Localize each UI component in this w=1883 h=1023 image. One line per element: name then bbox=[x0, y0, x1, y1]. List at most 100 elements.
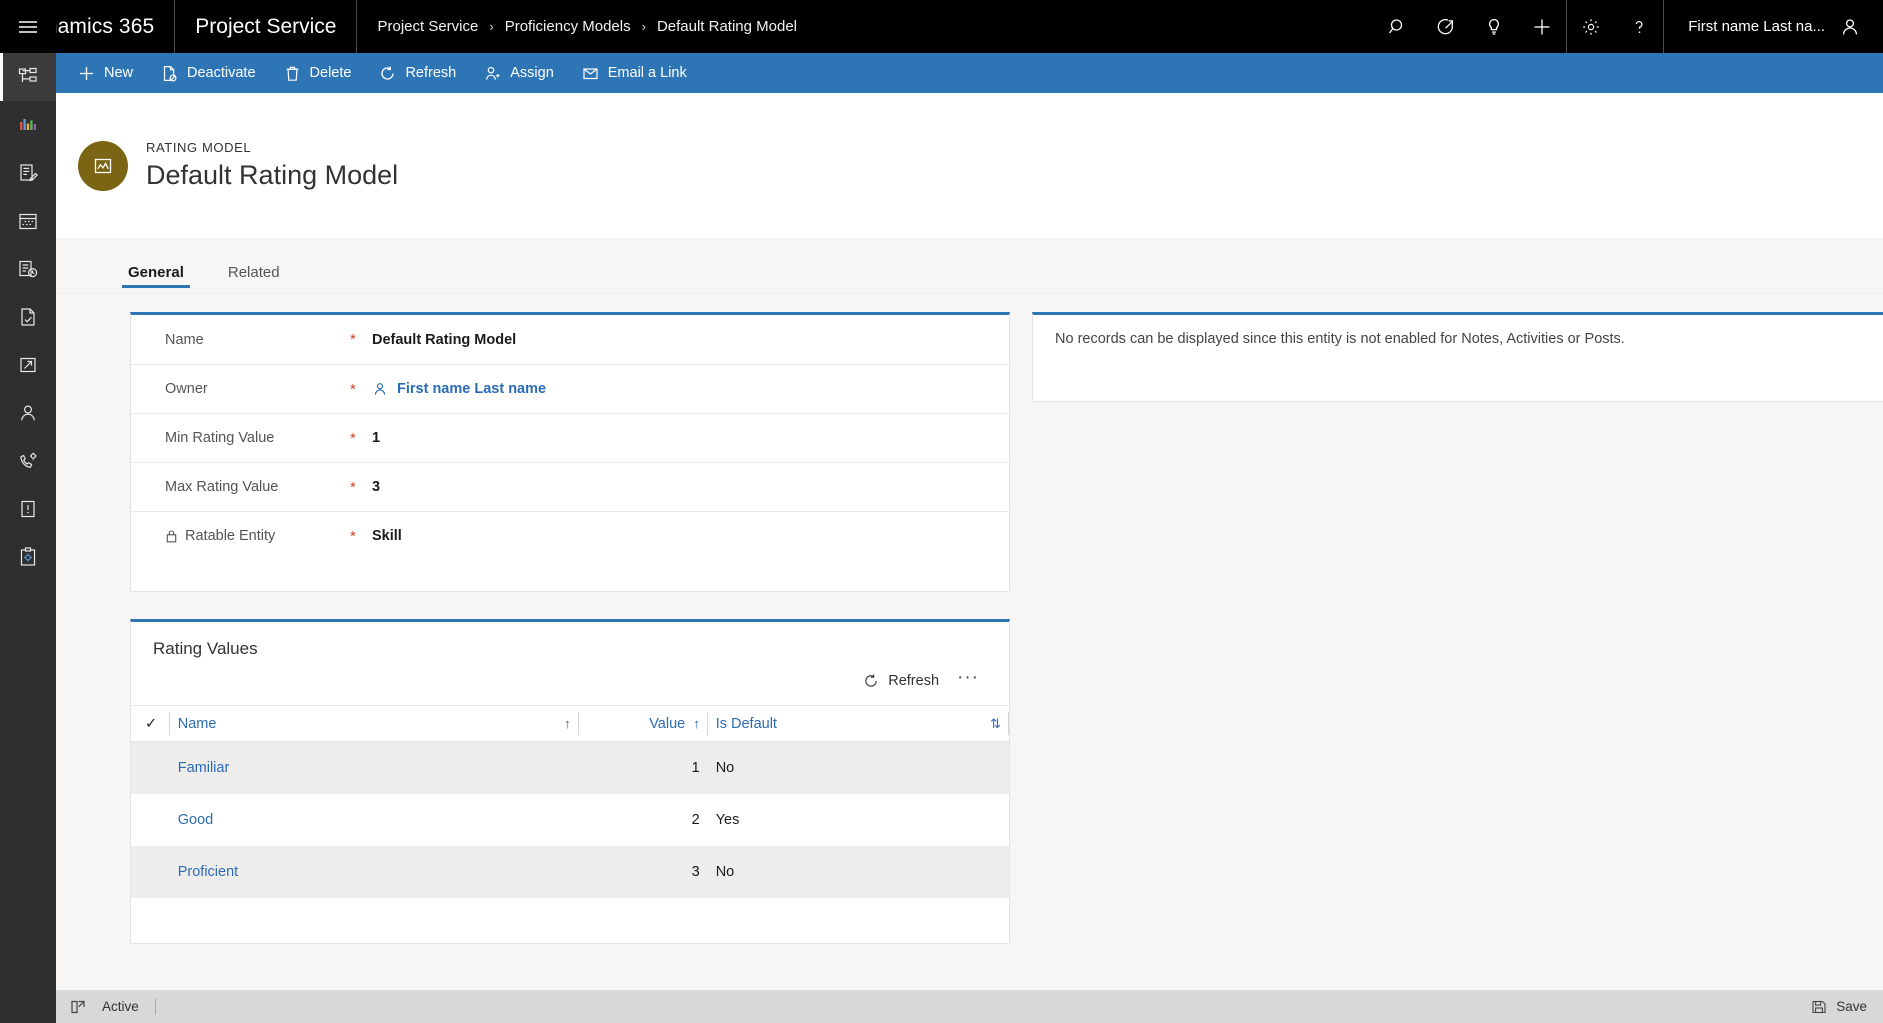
subgrid-more-commands-button[interactable]: ··· bbox=[951, 667, 985, 695]
table-row[interactable]: Good 2 Yes bbox=[131, 794, 1009, 846]
column-header-name-inner: Name ↑ bbox=[178, 716, 571, 732]
deactivate-button[interactable]: Deactivate bbox=[147, 53, 270, 93]
refresh-button[interactable]: Refresh bbox=[365, 53, 470, 93]
field-label-ratable-entity: Ratable Entity bbox=[165, 528, 350, 544]
sidebar-item-activities[interactable] bbox=[0, 149, 56, 197]
deactivate-button-label: Deactivate bbox=[187, 65, 256, 81]
row-cell-value: 1 bbox=[578, 741, 708, 794]
column-header-select-all[interactable]: ✓ bbox=[131, 705, 170, 742]
table-row[interactable]: Proficient 3 No bbox=[131, 845, 1009, 898]
row-cell-value: 3 bbox=[578, 845, 708, 898]
person-icon bbox=[1839, 16, 1861, 38]
chevron-right-icon: › bbox=[641, 19, 646, 34]
user-name-label: First name Last na... bbox=[1688, 18, 1825, 35]
email-link-button[interactable]: Email a Link bbox=[568, 53, 701, 93]
owner-name-label: First name Last name bbox=[397, 381, 547, 397]
column-header-is-default[interactable]: Is Default ⇅ bbox=[707, 705, 1009, 742]
command-bar: New Deactivate Delete Refresh Assign Ema… bbox=[56, 53, 1883, 93]
record-header-text: RATING MODEL Default Rating Model bbox=[146, 140, 398, 191]
open-in-new-window-icon[interactable] bbox=[70, 999, 86, 1015]
row-cell-value: 2 bbox=[691, 811, 700, 828]
tab-general[interactable]: General bbox=[122, 264, 190, 293]
row-cell-name: Proficient bbox=[169, 845, 579, 898]
sidebar-item-calendar[interactable] bbox=[0, 197, 56, 245]
tab-related[interactable]: Related bbox=[222, 264, 286, 293]
row-select-checkbox[interactable] bbox=[131, 741, 170, 794]
notes-empty-message: No records can be displayed since this e… bbox=[1055, 331, 1625, 347]
sidebar-item-contacts[interactable] bbox=[0, 389, 56, 437]
sidebar-item-sitemap[interactable] bbox=[0, 53, 56, 101]
table-body: Familiar 1 No Good 2 Yes Proficient 3 No bbox=[131, 741, 1009, 898]
assign-button[interactable]: Assign bbox=[470, 53, 568, 93]
refresh-icon bbox=[379, 65, 396, 82]
rating-model-icon bbox=[78, 140, 128, 191]
refresh-button-label: Refresh bbox=[405, 65, 457, 81]
field-label-owner: Owner bbox=[165, 381, 208, 397]
hamburger-menu-icon[interactable] bbox=[0, 0, 56, 53]
trash-icon bbox=[284, 65, 301, 82]
sidebar-item-settings[interactable] bbox=[0, 533, 56, 581]
search-icon[interactable] bbox=[1374, 0, 1422, 53]
record-link[interactable]: Proficient bbox=[178, 864, 238, 880]
sort-wrap: ↑ bbox=[224, 716, 571, 731]
sort-ascending-icon: ↑ bbox=[693, 716, 700, 731]
subgrid-refresh-button[interactable]: Refresh bbox=[857, 669, 945, 693]
table-header: ✓ Name ↑ Value ↑ Is Default ⇅ bbox=[131, 705, 1009, 742]
breadcrumb-item-0[interactable]: Project Service bbox=[377, 18, 478, 35]
row-select-checkbox[interactable] bbox=[131, 845, 170, 898]
sidebar-item-approvals[interactable] bbox=[0, 293, 56, 341]
sidebar-item-dashboards[interactable] bbox=[0, 101, 56, 149]
user-menu[interactable]: First name Last na... bbox=[1664, 0, 1883, 53]
field-label-name: Name bbox=[165, 331, 204, 348]
breadcrumb-item-1[interactable]: Proficiency Models bbox=[505, 18, 631, 35]
sidebar-item-cases[interactable] bbox=[0, 485, 56, 533]
sort-ascending-icon: ↑ bbox=[564, 716, 571, 731]
row-select-checkbox[interactable] bbox=[131, 794, 170, 846]
subgrid-refresh-label: Refresh bbox=[888, 673, 940, 689]
field-value-name[interactable]: Default Rating Model bbox=[372, 332, 516, 348]
nav-icon-group bbox=[1374, 0, 1566, 53]
save-disk-icon bbox=[1811, 999, 1827, 1015]
record-link[interactable]: Good bbox=[178, 812, 213, 828]
sidebar-item-archive[interactable] bbox=[0, 341, 56, 389]
save-button[interactable]: Save bbox=[1811, 999, 1867, 1015]
field-row-name: Name * Default Rating Model bbox=[131, 315, 1009, 364]
table-row[interactable]: Familiar 1 No bbox=[131, 741, 1009, 794]
new-button[interactable]: New bbox=[64, 53, 147, 93]
dynamics-365-app-window: Dynamics 365 Project Service Project Ser… bbox=[0, 0, 1883, 1023]
field-value-min-rating-value[interactable]: 1 bbox=[372, 430, 380, 446]
field-label-max-rating-value: Max Rating Value bbox=[165, 479, 279, 495]
row-cell-is-default: Yes bbox=[715, 811, 740, 828]
sort-both-icon: ⇅ bbox=[990, 715, 1001, 731]
status-bar: Active Save bbox=[56, 990, 1883, 1023]
checkmark-icon: ✓ bbox=[145, 715, 158, 732]
status-bar-left: Active bbox=[70, 998, 156, 1015]
sidebar-item-recent[interactable] bbox=[0, 245, 56, 293]
required-marker: * bbox=[350, 380, 356, 398]
table-header-row: ✓ Name ↑ Value ↑ Is Default ⇅ bbox=[131, 705, 1009, 742]
column-header-value[interactable]: Value ↑ bbox=[578, 705, 708, 742]
ratable-entity-label-text: Ratable Entity bbox=[185, 528, 276, 544]
lightbulb-icon[interactable] bbox=[1470, 0, 1518, 53]
app-name[interactable]: Project Service bbox=[175, 0, 356, 53]
field-value-owner[interactable]: First name Last name bbox=[372, 381, 546, 397]
field-row-ratable-entity: Ratable Entity * Skill bbox=[131, 511, 1009, 560]
gear-icon[interactable] bbox=[1567, 0, 1615, 53]
plus-icon bbox=[78, 65, 95, 82]
column-header-name[interactable]: Name ↑ bbox=[169, 705, 579, 742]
delete-button[interactable]: Delete bbox=[270, 53, 366, 93]
sidebar-item-service[interactable] bbox=[0, 437, 56, 485]
deactivate-icon bbox=[161, 65, 178, 82]
field-value-max-rating-value[interactable]: 3 bbox=[372, 479, 380, 495]
column-header-is-default-label: Is Default bbox=[715, 715, 777, 732]
advanced-find-icon[interactable] bbox=[1422, 0, 1470, 53]
sort-wrap: ⇅ bbox=[785, 716, 1001, 732]
required-marker: * bbox=[350, 478, 356, 496]
breadcrumb-item-2[interactable]: Default Rating Model bbox=[657, 18, 797, 35]
record-link[interactable]: Familiar bbox=[178, 760, 230, 776]
add-icon[interactable] bbox=[1518, 0, 1566, 53]
field-row-owner: Owner * First name Last name bbox=[131, 364, 1009, 413]
help-icon[interactable] bbox=[1615, 0, 1663, 53]
assign-person-icon bbox=[484, 65, 501, 82]
email-icon bbox=[582, 65, 599, 82]
